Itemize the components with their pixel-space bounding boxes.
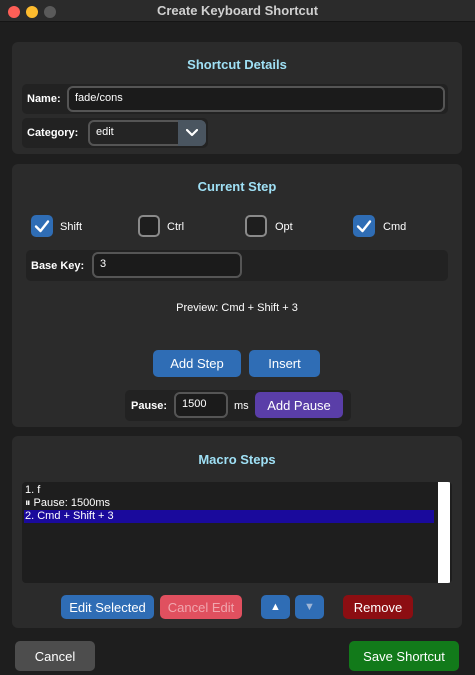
- remove-button[interactable]: Remove: [343, 595, 413, 619]
- shortcut-details-panel: Shortcut Details Name: fade/cons Categor…: [12, 42, 462, 154]
- base-key-field[interactable]: 3: [92, 252, 242, 278]
- cmd-label: Cmd: [383, 221, 407, 233]
- window-title: Create Keyboard Shortcut: [156, 3, 319, 18]
- ctrl-label: Ctrl: [167, 221, 185, 233]
- category-select[interactable]: edit: [88, 120, 206, 146]
- name-row: Name: fade/cons: [22, 84, 448, 114]
- pause-unit-label: ms: [234, 400, 249, 412]
- name-label: Name:: [27, 93, 61, 105]
- list-scrollbar[interactable]: [438, 482, 450, 583]
- category-row: Category: edit: [22, 118, 208, 148]
- add-pause-button[interactable]: Add Pause: [255, 392, 343, 418]
- pause-row: Pause: 1500 ms Add Pause: [125, 390, 351, 421]
- edit-selected-button[interactable]: Edit Selected: [61, 595, 154, 619]
- shortcut-preview: Preview: Cmd + Shift + 3: [176, 302, 298, 314]
- macro-steps-panel: Macro Steps 1. f ⏸ Pause: 1500ms 2. Cmd …: [12, 436, 462, 628]
- current-step-panel: Current Step Shift Ctrl Opt Cmd Base Key…: [12, 164, 462, 427]
- move-up-button[interactable]: ▲: [261, 595, 290, 619]
- add-step-button[interactable]: Add Step: [153, 350, 241, 377]
- opt-checkbox[interactable]: [245, 215, 267, 237]
- category-value: edit: [96, 126, 114, 138]
- title-bar: Create Keyboard Shortcut: [0, 0, 475, 22]
- pause-label: Pause:: [131, 400, 168, 412]
- checkmark-icon: [356, 220, 372, 233]
- arrow-down-icon: ▼: [304, 601, 315, 613]
- cancel-edit-button[interactable]: Cancel Edit: [160, 595, 242, 619]
- cancel-button[interactable]: Cancel: [15, 641, 95, 671]
- checkmark-icon: [34, 220, 50, 233]
- shift-checkbox[interactable]: [31, 215, 53, 237]
- chevron-down-icon[interactable]: [178, 120, 206, 146]
- list-item[interactable]: 1. f: [24, 484, 434, 497]
- macro-steps-list[interactable]: 1. f ⏸ Pause: 1500ms 2. Cmd + Shift + 3: [22, 482, 452, 583]
- shortcut-details-title: Shortcut Details: [187, 57, 287, 72]
- name-field[interactable]: fade/cons: [67, 86, 445, 112]
- list-item[interactable]: ⏸ Pause: 1500ms: [24, 497, 434, 510]
- cmd-checkbox[interactable]: [353, 215, 375, 237]
- current-step-title: Current Step: [197, 179, 277, 194]
- category-label: Category:: [27, 127, 79, 139]
- move-down-button[interactable]: ▼: [295, 595, 324, 619]
- base-key-row: Base Key: 3: [26, 250, 448, 281]
- base-key-label: Base Key:: [31, 260, 85, 272]
- opt-label: Opt: [275, 221, 293, 233]
- pause-duration-field[interactable]: 1500: [174, 392, 228, 418]
- arrow-up-icon: ▲: [270, 601, 281, 613]
- save-shortcut-button[interactable]: Save Shortcut: [349, 641, 459, 671]
- macro-steps-title: Macro Steps: [198, 452, 276, 467]
- ctrl-checkbox[interactable]: [138, 215, 160, 237]
- list-item-selected[interactable]: 2. Cmd + Shift + 3: [24, 510, 434, 523]
- insert-step-button[interactable]: Insert: [249, 350, 320, 377]
- shift-label: Shift: [60, 221, 83, 233]
